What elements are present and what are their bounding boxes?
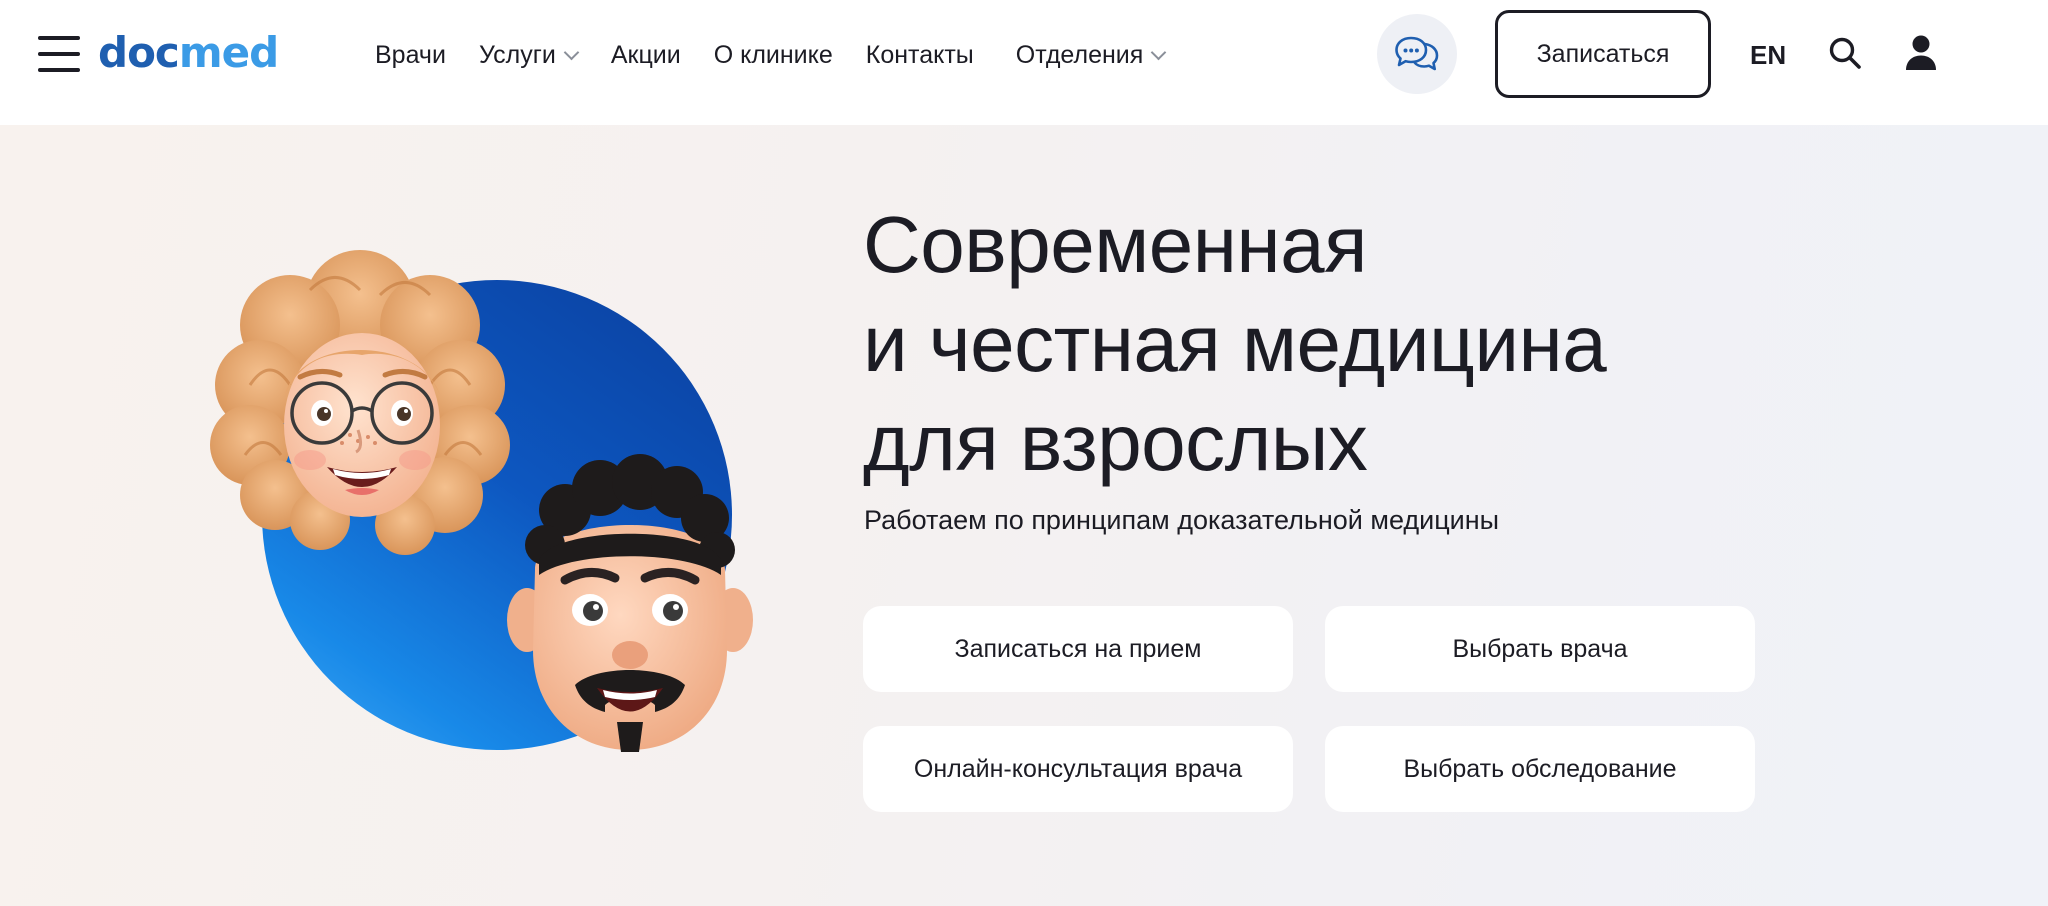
nav-item-label: Отделения xyxy=(1015,41,1144,69)
nav-item-label: Акции xyxy=(610,41,681,69)
site-header: docmed Врачи Услуги Акции О клинике Конт… xyxy=(0,0,2048,125)
nav-item-promotions[interactable]: Акции xyxy=(611,38,681,72)
choose-examination-button[interactable]: Выбрать обследование xyxy=(1325,726,1755,812)
man-avatar-illustration xyxy=(507,454,753,752)
chevron-down-icon xyxy=(563,44,580,60)
choose-doctor-button[interactable]: Выбрать врача xyxy=(1325,606,1755,692)
woman-avatar-illustration xyxy=(210,250,510,555)
nav-item-label: Услуги xyxy=(478,41,556,69)
headline-line: и честная медицина xyxy=(863,299,1607,388)
user-icon[interactable] xyxy=(1905,34,1937,72)
menu-icon[interactable] xyxy=(38,36,80,72)
nav-item-services[interactable]: Услуги xyxy=(478,38,580,72)
nav-item-departments[interactable]: Отделения xyxy=(1015,38,1167,72)
online-consultation-button[interactable]: Онлайн-консультация врача xyxy=(863,726,1293,812)
main-nav: Врачи Услуги Акции О клинике Контакты От… xyxy=(375,38,1167,72)
chat-icon xyxy=(1395,36,1439,71)
nav-item-label: О клинике xyxy=(713,41,833,69)
nav-item-contacts[interactable]: Контакты xyxy=(866,38,974,72)
search-icon[interactable] xyxy=(1828,36,1862,70)
headline-line: Современная xyxy=(863,200,1367,289)
hero-section: Современная и честная медицина для взрос… xyxy=(0,125,2048,906)
chat-button[interactable] xyxy=(1377,14,1457,94)
nav-item-label: Врачи xyxy=(375,41,446,69)
hero-headline: Современная и честная медицина для взрос… xyxy=(863,195,1913,492)
nav-item-label: Контакты xyxy=(865,41,974,69)
language-switch[interactable]: EN xyxy=(1750,38,1786,72)
nav-item-about[interactable]: О клинике xyxy=(714,38,833,72)
nav-item-doctors[interactable]: Врачи xyxy=(375,38,446,72)
signup-button[interactable]: Записаться xyxy=(1495,10,1711,98)
headline-line: для взрослых xyxy=(863,398,1368,487)
chevron-down-icon xyxy=(1151,44,1167,60)
hero-subtitle: Работаем по принципам доказательной меди… xyxy=(864,505,1500,535)
book-appointment-button[interactable]: Записаться на прием xyxy=(863,606,1293,692)
logo[interactable]: docmed xyxy=(98,26,279,80)
